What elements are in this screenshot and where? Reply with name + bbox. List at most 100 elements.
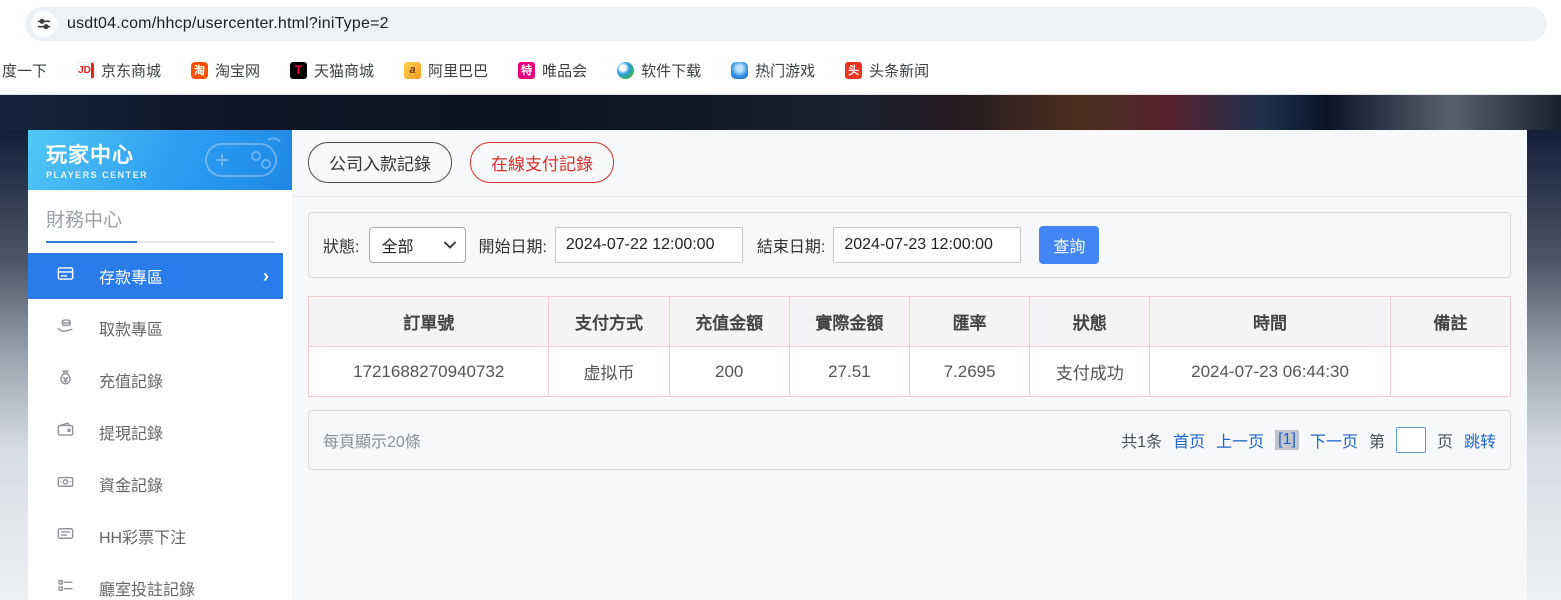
status-select[interactable]: 全部 xyxy=(369,227,466,263)
bookmark-item[interactable]: 软件下载 xyxy=(617,60,701,81)
sidebar-menu: 存款專區 › 取款專區充值記錄提現記錄資金記錄 HH彩票下注廳室投註記錄 xyxy=(28,253,292,600)
table-cell: 2024-07-23 06:44:30 xyxy=(1150,347,1390,397)
jump-page-input[interactable] xyxy=(1396,427,1426,453)
sidebar-item[interactable]: 充值記錄 xyxy=(28,357,292,403)
jump-suffix-label: 页 xyxy=(1437,428,1453,452)
site-settings-icon[interactable] xyxy=(31,11,57,37)
bookmark-label: 热门游戏 xyxy=(755,60,815,81)
next-page-link[interactable]: 下一页 xyxy=(1310,428,1358,452)
jd-icon: JD xyxy=(77,62,94,79)
bookmark-item[interactable]: 特唯品会 xyxy=(518,60,587,81)
page-background-banner xyxy=(0,95,1561,131)
table-cell: 7.2695 xyxy=(909,347,1029,397)
end-date-label: 結束日期: xyxy=(757,233,825,257)
software-icon xyxy=(617,62,634,79)
address-bar[interactable]: usdt04.com/hhcp/usercenter.html?iniType=… xyxy=(25,7,1547,41)
table-header-row: 訂單號支付方式充值金額實際金額匯率狀態時間備註 xyxy=(309,297,1511,347)
table-cell: 虚拟币 xyxy=(549,347,669,397)
sidebar-item-label: 充值記錄 xyxy=(99,368,163,392)
per-page-label: 每頁顯示20條 xyxy=(323,428,421,452)
bookmark-label: 唯品会 xyxy=(542,60,587,81)
bookmark-label: 软件下载 xyxy=(641,60,701,81)
first-page-link[interactable]: 首页 xyxy=(1173,428,1205,452)
prev-page-link[interactable]: 上一页 xyxy=(1216,428,1264,452)
table-header-cell: 備註 xyxy=(1390,297,1510,347)
players-center-banner: 玩家中心 PLAYERS CENTER xyxy=(28,130,292,190)
sidebar-item-label: 取款專區 xyxy=(99,316,163,340)
finance-center-heading: 財務中心 xyxy=(28,190,292,241)
bookmark-item[interactable]: 度一下 xyxy=(2,60,47,81)
toutiao-icon: 头 xyxy=(845,62,862,79)
table-header-cell: 充值金額 xyxy=(669,297,789,347)
bookmark-item[interactable]: T 天猫商城 xyxy=(290,60,374,81)
sidebar-item[interactable]: 存款專區 › xyxy=(28,253,283,299)
end-date-input[interactable] xyxy=(833,227,1021,263)
sidebar-item-label: 存款專區 xyxy=(99,264,163,288)
table-cell xyxy=(1390,347,1510,397)
bookmark-label: 天猫商城 xyxy=(314,60,374,81)
main-panel: 公司入款記錄 在線支付記錄 狀態: 全部 開始日期: 結束日期: 查詢 訂單號支… xyxy=(292,130,1527,600)
query-button[interactable]: 查詢 xyxy=(1039,226,1099,264)
filter-bar: 狀態: 全部 開始日期: 結束日期: 查詢 xyxy=(308,212,1511,278)
withdraw-hand-icon xyxy=(56,316,75,340)
jump-prefix-label: 第 xyxy=(1369,428,1385,452)
table-cell: 27.51 xyxy=(789,347,909,397)
tab-company-deposit-records[interactable]: 公司入款記錄 xyxy=(308,142,452,183)
sidebar-item-label: 廳室投註記錄 xyxy=(99,576,195,600)
vip-icon: 特 xyxy=(518,62,535,79)
sidebar-item-label: 資金記錄 xyxy=(99,472,163,496)
chevron-down-icon xyxy=(444,241,456,249)
table-cell: 支付成功 xyxy=(1030,347,1150,397)
sidebar-item[interactable]: HH彩票下注 xyxy=(28,513,292,559)
table-header-cell: 支付方式 xyxy=(549,297,669,347)
tab-online-payment-records[interactable]: 在線支付記錄 xyxy=(470,142,614,183)
bookmark-item[interactable]: 头头条新闻 xyxy=(845,60,929,81)
deposit-card-icon xyxy=(56,264,75,288)
bookmark-item[interactable]: 淘淘宝网 xyxy=(191,60,260,81)
pagination-bar: 每頁顯示20條 共1条 首页 上一页 [1] 下一页 第 页 跳转 xyxy=(308,410,1511,470)
alibaba-icon: a xyxy=(404,62,421,79)
table-header-cell: 狀態 xyxy=(1030,297,1150,347)
taobao-icon: 淘 xyxy=(191,62,208,79)
bookmark-label: 阿里巴巴 xyxy=(428,60,488,81)
table-header-cell: 訂單號 xyxy=(309,297,549,347)
pager-controls: 共1条 首页 上一页 [1] 下一页 第 页 跳转 xyxy=(1121,427,1496,453)
games-icon xyxy=(731,62,748,79)
table-header-cell: 時間 xyxy=(1150,297,1390,347)
sidebar-item[interactable]: 取款專區 xyxy=(28,305,292,351)
status-label: 狀態: xyxy=(323,233,359,257)
bookmark-item[interactable]: JD京东商城 xyxy=(77,60,161,81)
content-shell: 玩家中心 PLAYERS CENTER 財務中心 存款專區 › 取款專區充值記錄提現… xyxy=(28,130,1527,600)
sidebar: 玩家中心 PLAYERS CENTER 財務中心 存款專區 › 取款專區充值記錄提現… xyxy=(28,130,292,600)
table-header-cell: 匯率 xyxy=(909,297,1029,347)
bookmarks-bar: 度一下 JD京东商城 淘淘宝网 T 天猫商城 a 阿里巴巴 特唯品会 软件下载 热门游戏 头头条新闻 xyxy=(0,49,929,91)
sidebar-item[interactable]: 資金記錄 xyxy=(28,461,292,507)
sidebar-item[interactable]: 提現記錄 xyxy=(28,409,292,455)
section-divider-accent xyxy=(46,241,137,243)
gamepad-icon xyxy=(198,134,284,190)
money-bag-icon xyxy=(56,368,75,392)
tmall-icon: T xyxy=(290,62,307,79)
bookmark-item[interactable]: a 阿里巴巴 xyxy=(404,60,488,81)
section-divider xyxy=(46,241,274,243)
bookmark-label: 度一下 xyxy=(2,60,47,81)
bookmark-label: 头条新闻 xyxy=(869,60,929,81)
wallet-icon xyxy=(56,420,75,444)
start-date-input[interactable] xyxy=(555,227,743,263)
current-page-indicator: [1] xyxy=(1275,430,1299,450)
start-date-label: 開始日期: xyxy=(478,233,546,257)
table-body: 1721688270940732虚拟币20027.517.2695支付成功202… xyxy=(309,347,1511,397)
browser-chrome: usdt04.com/hhcp/usercenter.html?iniType=… xyxy=(0,0,1561,95)
chevron-right-icon: › xyxy=(263,266,269,287)
payment-records-table: 訂單號支付方式充值金額實際金額匯率狀態時間備註 1721688270940732… xyxy=(308,296,1511,397)
ticket-list-icon xyxy=(56,524,75,548)
jump-button[interactable]: 跳转 xyxy=(1464,428,1496,452)
list-bullets-icon xyxy=(56,576,75,600)
table-cell: 1721688270940732 xyxy=(309,347,549,397)
url-text[interactable]: usdt04.com/hhcp/usercenter.html?iniType=… xyxy=(67,15,389,33)
bookmark-label: 淘宝网 xyxy=(215,60,260,81)
sidebar-item-label: HH彩票下注 xyxy=(99,524,186,548)
sidebar-item[interactable]: 廳室投註記錄 xyxy=(28,565,292,600)
table-cell: 200 xyxy=(669,347,789,397)
bookmark-item[interactable]: 热门游戏 xyxy=(731,60,815,81)
